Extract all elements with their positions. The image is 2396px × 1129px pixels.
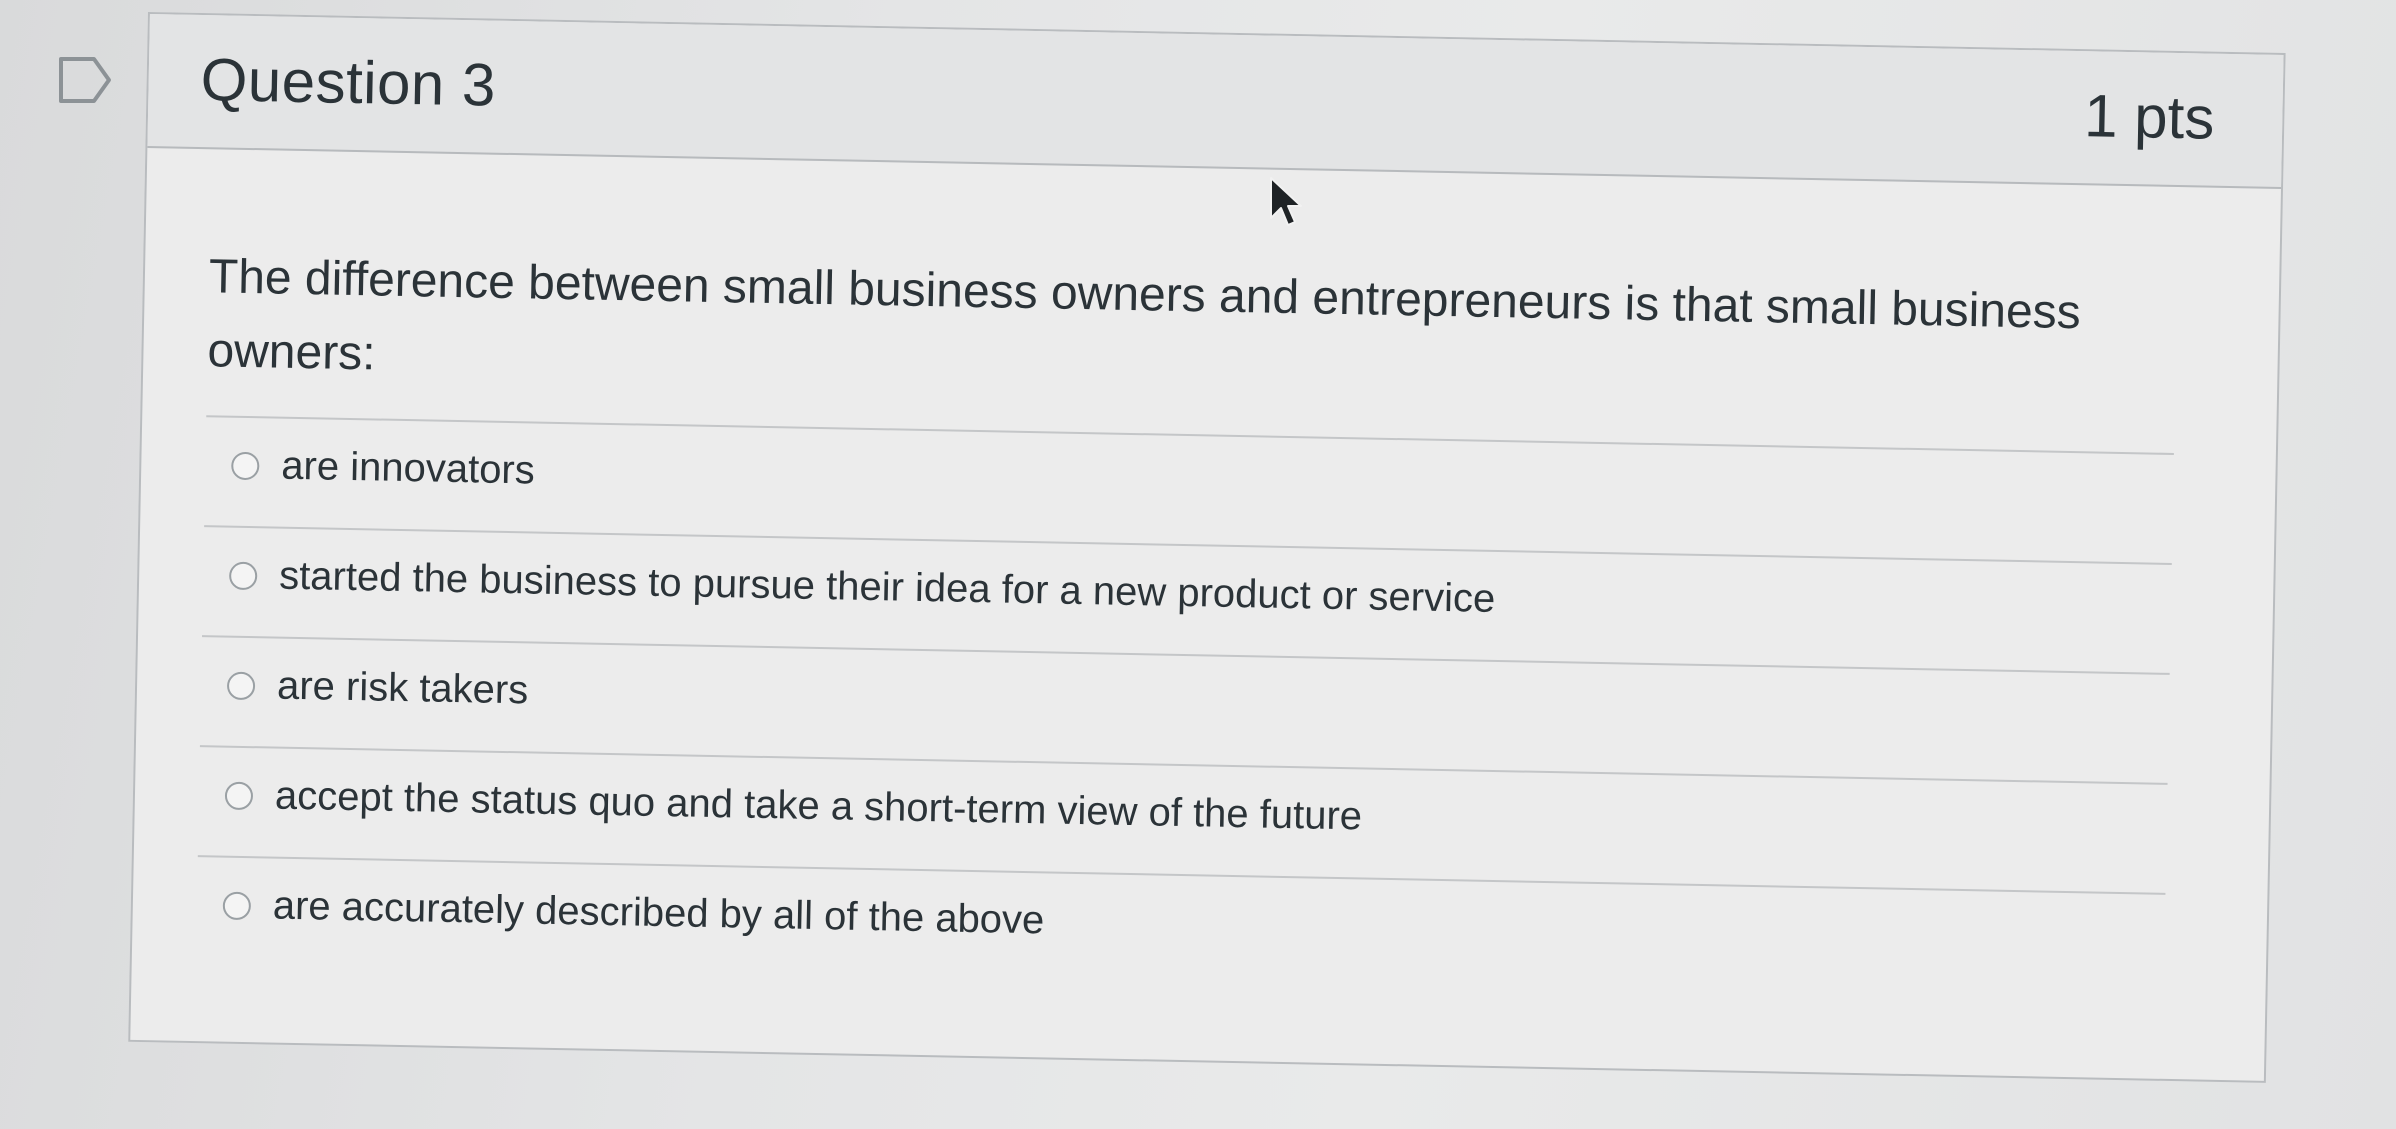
- radio-button[interactable]: [224, 781, 254, 811]
- question-points: 1 pts: [2083, 82, 2215, 152]
- answer-label[interactable]: are innovators: [281, 441, 535, 496]
- question-text: The difference between small business ow…: [206, 250, 2082, 381]
- answer-label[interactable]: are accurately described by all of the a…: [272, 881, 1044, 946]
- answer-label[interactable]: are risk takers: [277, 661, 529, 716]
- question-card: Question 3 1 pts The difference between …: [128, 12, 2286, 1083]
- mouse-pointer-icon: [1270, 177, 1302, 226]
- answer-list: are innovators started the business to p…: [195, 415, 2174, 1003]
- radio-button[interactable]: [222, 891, 252, 921]
- question-header: Question 3 1 pts: [147, 14, 2284, 189]
- radio-button[interactable]: [226, 671, 256, 701]
- question-title: Question 3: [200, 46, 497, 119]
- answer-label[interactable]: started the business to pursue their ide…: [279, 551, 1496, 624]
- answer-label[interactable]: accept the status quo and take a short-t…: [275, 771, 1363, 842]
- radio-button[interactable]: [231, 451, 260, 481]
- flag-question-icon[interactable]: [58, 56, 112, 104]
- radio-button[interactable]: [228, 561, 258, 591]
